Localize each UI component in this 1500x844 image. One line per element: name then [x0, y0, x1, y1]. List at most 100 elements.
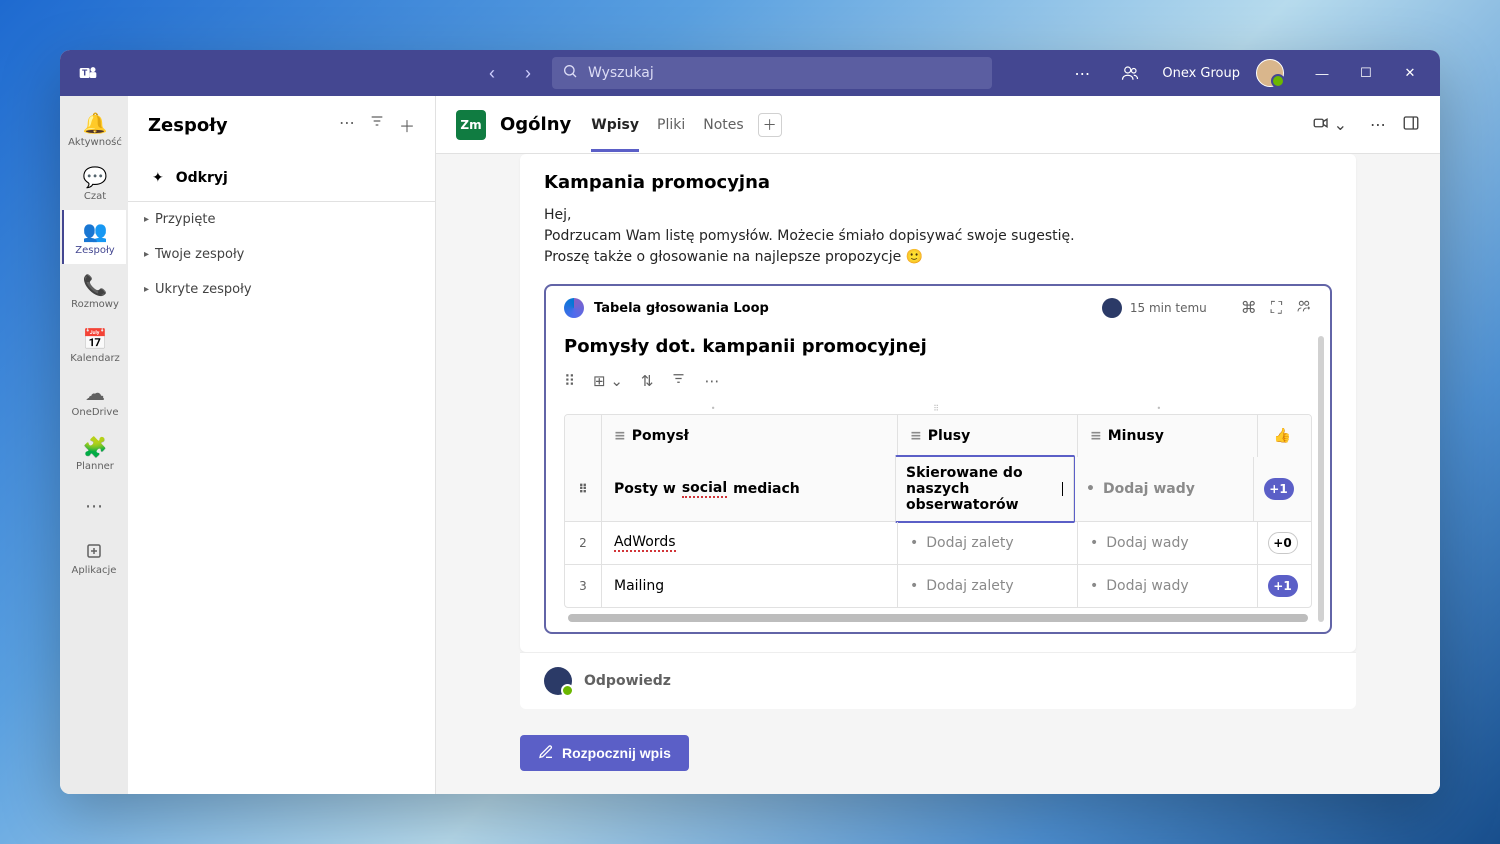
- rail-label: Rozmowy: [71, 299, 119, 310]
- discover-button[interactable]: ✦ Odkryj: [128, 154, 435, 202]
- plus-cell[interactable]: •Dodaj zalety: [897, 565, 1077, 607]
- loop-keyboard-icon[interactable]: ⌘: [1241, 298, 1257, 318]
- table-more-icon[interactable]: ⋯: [704, 372, 719, 390]
- channel-name: Ogólny: [500, 114, 571, 135]
- rail-label: OneDrive: [71, 407, 118, 418]
- post-body-line: Podrzucam Wam listę pomysłów. Możecie śm…: [544, 226, 1332, 247]
- vote-cell[interactable]: +0: [1257, 522, 1307, 564]
- rail-icon: 🔔: [83, 111, 108, 135]
- horizontal-scrollbar[interactable]: [568, 614, 1308, 622]
- reply-button[interactable]: Odpowiedz: [520, 652, 1356, 709]
- people-icon[interactable]: [1114, 57, 1146, 89]
- discover-label: Odkryj: [176, 170, 228, 186]
- column-resize-handles[interactable]: •⠿•: [564, 404, 1312, 414]
- table-filter-icon[interactable]: [671, 371, 686, 390]
- rail-item-onedrive[interactable]: ☁OneDrive: [62, 372, 126, 426]
- column-header-idea[interactable]: ≡Pomysł: [601, 415, 897, 457]
- camera-icon: [1312, 114, 1330, 136]
- loop-expand-icon[interactable]: ⛶: [1271, 298, 1282, 318]
- column-header-minus[interactable]: ≡Minusy: [1077, 415, 1257, 457]
- teams-sidebar: Zespoły ⋯ ＋ ✦ Odkryj PrzypięteTwoje zesp…: [128, 96, 436, 794]
- plus-cell[interactable]: Skierowane do naszych obserwatorów: [895, 455, 1075, 523]
- compose-icon: [538, 744, 554, 763]
- app-window: T ‹ › Wyszukaj ⋯ Onex Group — ☐ ✕: [60, 50, 1440, 794]
- channel-more-icon[interactable]: ⋯: [1370, 115, 1386, 134]
- rail-item-zespoły[interactable]: 👥 Zespoły: [62, 210, 126, 264]
- loop-share-icon[interactable]: [1296, 298, 1312, 318]
- row-number[interactable]: 2: [565, 522, 601, 564]
- search-input[interactable]: Wyszukaj: [552, 57, 992, 89]
- org-name: Onex Group: [1162, 66, 1240, 81]
- app-rail: 🔔 Aktywność 💬Czat 👥 Zespoły 📞 Rozmowy 📅Kalendar…: [60, 96, 128, 794]
- reply-label: Odpowiedz: [584, 673, 671, 689]
- post-title: Kampania promocyjna: [544, 172, 1332, 193]
- rail-item-planner[interactable]: 🧩Planner: [62, 426, 126, 480]
- drag-handle-icon[interactable]: ⠿: [564, 372, 575, 390]
- window-minimize-button[interactable]: —: [1300, 50, 1344, 96]
- apps-label: Aplikacje: [72, 565, 117, 576]
- table-sort-icon[interactable]: ⇅: [641, 372, 654, 390]
- search-icon: [562, 63, 578, 83]
- table-row: ⠿Posty w social mediachSkierowane do nas…: [565, 457, 1311, 521]
- row-number-header: [565, 415, 601, 457]
- plus-cell[interactable]: •Dodaj zalety: [897, 522, 1077, 564]
- sidebar-more-icon[interactable]: ⋯: [339, 113, 355, 137]
- rail-apps-button[interactable]: Aplikacje: [62, 532, 126, 586]
- window-maximize-button[interactable]: ☐: [1344, 50, 1388, 96]
- new-post-label: Rozpocznij wpis: [562, 745, 671, 761]
- rail-label: Aktywność: [68, 137, 122, 148]
- nav-back-button[interactable]: ‹: [476, 57, 508, 89]
- column-header-vote[interactable]: 👍: [1257, 415, 1307, 457]
- idea-cell[interactable]: Mailing: [601, 565, 897, 607]
- rail-more-icon[interactable]: ⋯: [85, 486, 103, 526]
- teams-logo-icon: T: [68, 63, 108, 83]
- minus-cell[interactable]: •Dodaj wady: [1077, 522, 1257, 564]
- idea-cell[interactable]: AdWords: [601, 522, 897, 564]
- discover-icon: ✦: [152, 170, 164, 186]
- author-avatar: [1102, 298, 1122, 318]
- loop-scrollbar[interactable]: [1318, 336, 1324, 622]
- sidebar-add-icon[interactable]: ＋: [399, 113, 415, 137]
- channel-tab[interactable]: Pliki: [657, 99, 685, 151]
- sidebar-section[interactable]: Ukryte zespoły: [128, 272, 435, 307]
- vote-cell[interactable]: +1: [1257, 565, 1307, 607]
- meet-button[interactable]: ⌄: [1305, 109, 1354, 141]
- minus-cell[interactable]: •Dodaj wady: [1077, 565, 1257, 607]
- rail-label: Czat: [84, 191, 106, 202]
- vote-cell[interactable]: +1: [1253, 457, 1303, 521]
- rail-icon: 📞: [83, 273, 108, 297]
- sidebar-filter-icon[interactable]: [369, 113, 385, 137]
- rail-item-kalendarz[interactable]: 📅Kalendarz: [62, 318, 126, 372]
- column-header-plus[interactable]: ≡Plusy: [897, 415, 1077, 457]
- user-avatar-small: [544, 667, 572, 695]
- window-close-button[interactable]: ✕: [1388, 50, 1432, 96]
- user-avatar[interactable]: [1256, 59, 1284, 87]
- row-number[interactable]: ⠿: [565, 457, 601, 521]
- minus-cell[interactable]: •Dodaj wady: [1073, 457, 1253, 521]
- row-number[interactable]: 3: [565, 565, 601, 607]
- rail-item-rozmowy[interactable]: 📞 Rozmowy: [62, 264, 126, 318]
- channel-tab[interactable]: Wpisy: [591, 99, 639, 151]
- loop-component[interactable]: Tabela głosowania Loop 15 min temu ⌘ ⛶: [544, 284, 1332, 634]
- sidebar-section[interactable]: Twoje zespoły: [128, 237, 435, 272]
- loop-type-label: Tabela głosowania Loop: [594, 301, 769, 316]
- sidebar-section[interactable]: Przypięte: [128, 202, 435, 237]
- voting-table: ≡Pomysł ≡Plusy ≡Minusy 👍 ⠿Posty w social…: [564, 414, 1312, 608]
- rail-label: Zespoły: [75, 245, 114, 256]
- main-pane: Zm Ogólny WpisyPlikiNotes ＋ ⌄ ⋯: [436, 96, 1440, 794]
- idea-cell[interactable]: Posty w social mediach: [601, 457, 897, 521]
- table-view-icon[interactable]: ⊞ ⌄: [593, 372, 623, 390]
- rail-label: Planner: [76, 461, 114, 472]
- sidebar-title: Zespoły: [148, 115, 228, 136]
- channel-tab[interactable]: Notes: [703, 99, 743, 151]
- rail-icon: 📅: [83, 327, 108, 351]
- add-tab-button[interactable]: ＋: [758, 113, 782, 137]
- rail-icon: 👥: [83, 219, 108, 243]
- loop-heading[interactable]: Pomysły dot. kampanii promocyjnej: [564, 336, 1312, 357]
- rail-item-czat[interactable]: 💬Czat: [62, 156, 126, 210]
- new-post-button[interactable]: Rozpocznij wpis: [520, 735, 689, 771]
- nav-forward-button[interactable]: ›: [512, 57, 544, 89]
- more-options-icon[interactable]: ⋯: [1066, 57, 1098, 89]
- open-panel-icon[interactable]: [1402, 114, 1420, 136]
- rail-item-aktywność[interactable]: 🔔 Aktywność: [62, 102, 126, 156]
